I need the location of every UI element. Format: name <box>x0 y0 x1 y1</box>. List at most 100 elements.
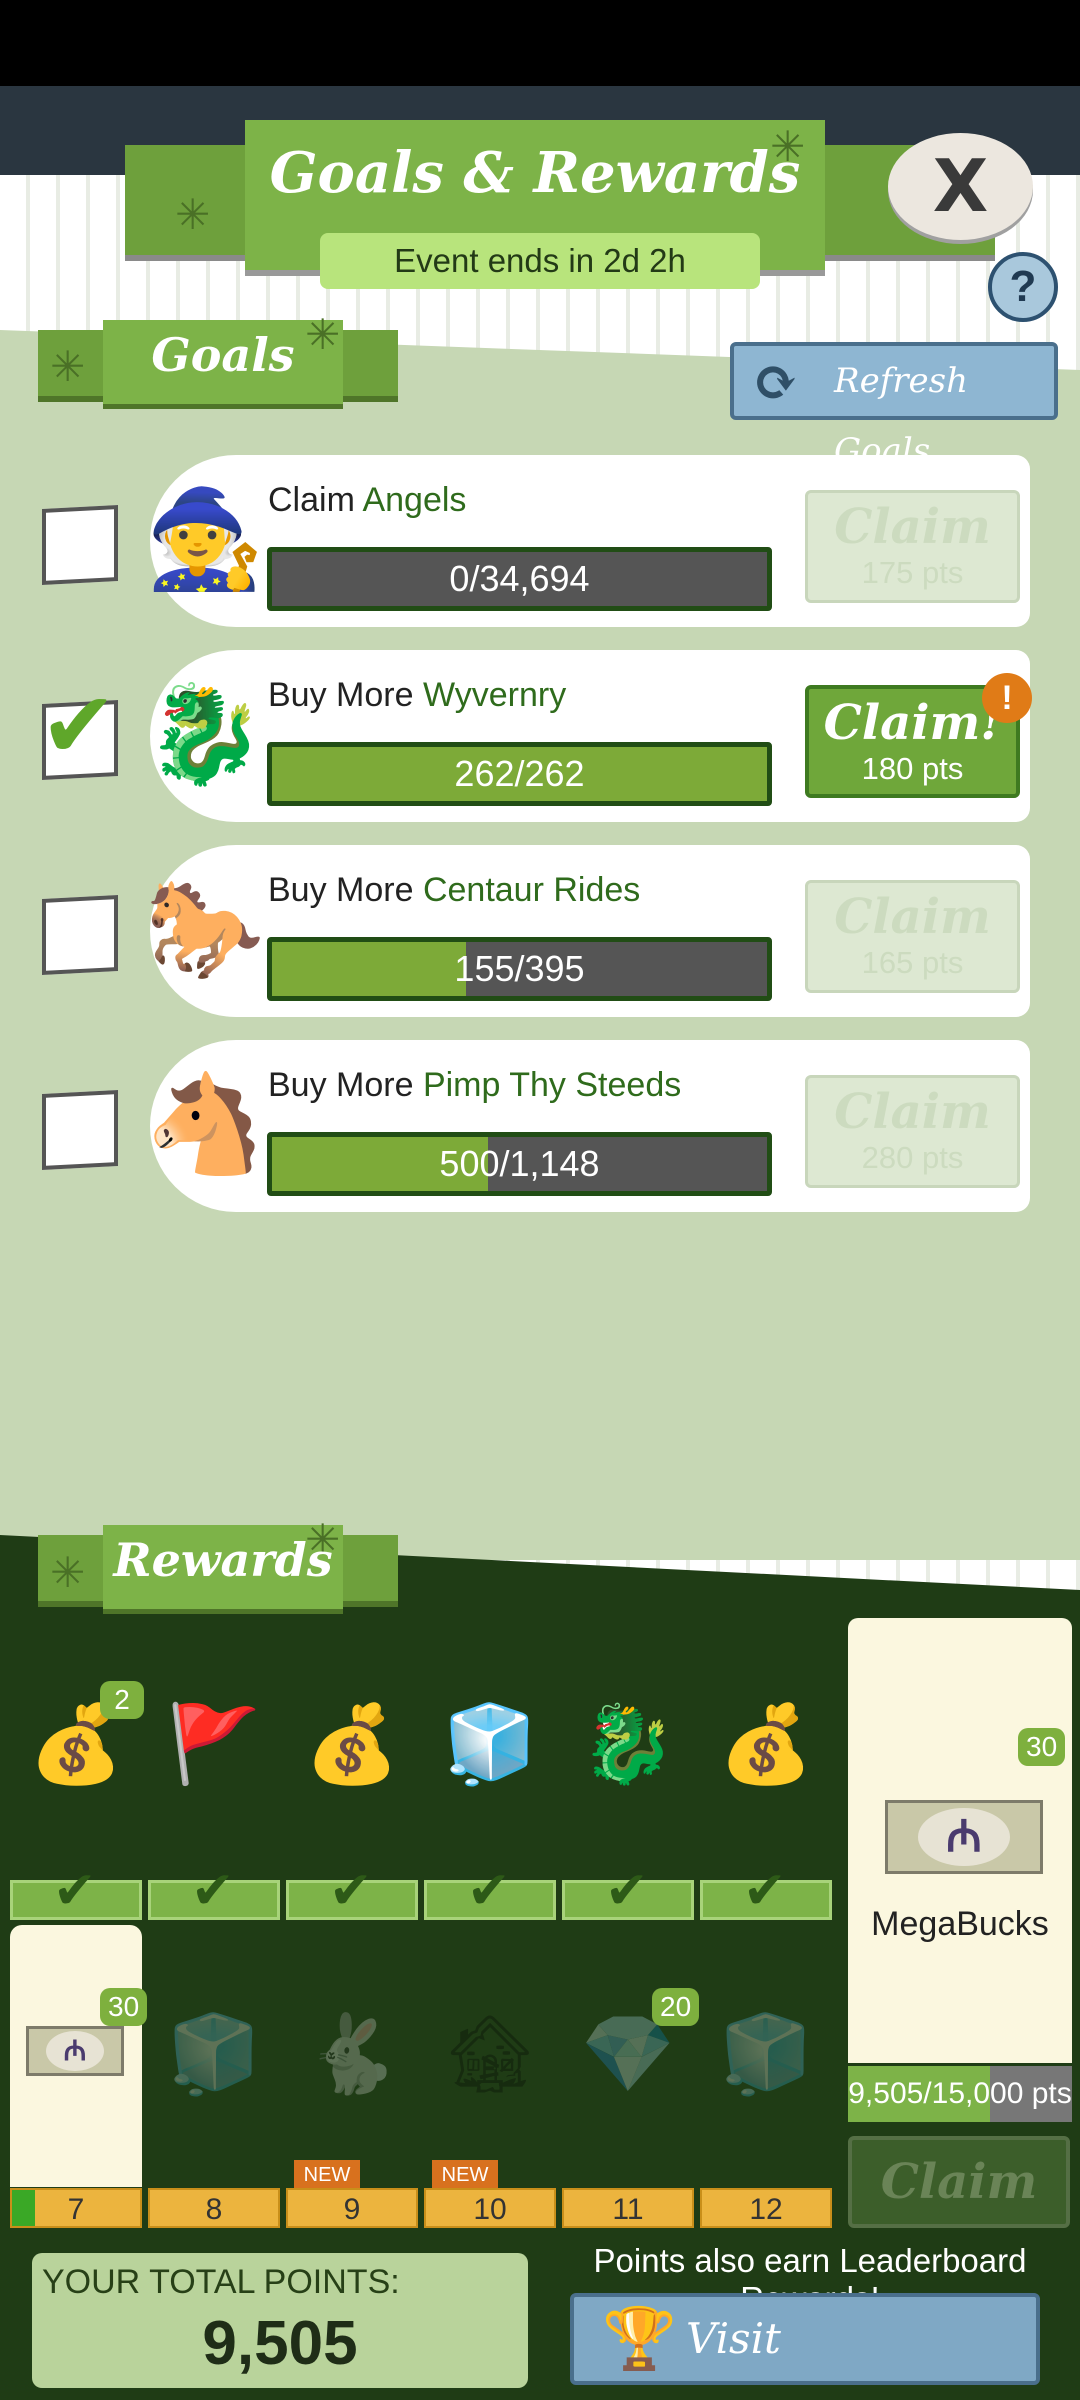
sparkle-icon: ✳ <box>175 190 211 239</box>
level-progress-fill <box>12 2190 36 2226</box>
money-bag-purple-icon: 💰 <box>304 1702 400 1787</box>
goal-verb: Claim <box>268 481 363 519</box>
goal-verb: Buy More <box>268 1066 423 1104</box>
goal-claim-label: Claim <box>834 1084 991 1140</box>
reward-count-badge: 20 <box>652 1988 700 2026</box>
sparkle-icon: ✳ <box>50 342 86 391</box>
goal-progress-text: 500/1,148 <box>439 1143 600 1184</box>
goal-progress-bar: 0/34,694 <box>267 547 772 611</box>
reward-level-number: 8 <box>205 2193 223 2226</box>
reward-level-tile: 8 <box>148 2188 280 2228</box>
reward-claimed-tile: ✔ <box>562 1861 694 1921</box>
megabucks-coin: ₼ <box>918 1808 1010 1866</box>
grand-prize-label: MegaBucks <box>871 1905 1049 1943</box>
reward-claimed-tile: ✔ <box>10 1861 142 1921</box>
reward-level-tile: 9 <box>286 2188 418 2228</box>
goal-target: Angels <box>362 481 467 519</box>
flag-icon: 🚩 <box>166 1702 262 1787</box>
goal-claim-points: 165 pts <box>861 945 964 980</box>
goal-progress-text: 262/262 <box>454 753 585 794</box>
checkmark-icon: ✔ <box>605 1861 649 1921</box>
megabucks-icon: ₼ <box>885 1800 1043 1874</box>
goal-checkbox <box>42 895 118 975</box>
goal-progress-bar: 155/395 <box>267 937 772 1001</box>
goal-progress-text: 0/34,694 <box>449 558 590 599</box>
close-button[interactable]: X <box>888 133 1033 240</box>
page-title: Goals & Rewards <box>269 140 801 206</box>
building-icon: 🏚 <box>441 2012 539 2097</box>
reward-level-number: 7 <box>67 2193 85 2226</box>
megabucks-coin: ₼ <box>46 2031 104 2071</box>
megabucks-icon: ₼ <box>26 2026 124 2076</box>
rewards-title: Rewards <box>113 1533 333 1587</box>
wizard-icon: 🧙 <box>145 486 265 593</box>
reward-level-tile: 12 <box>700 2188 832 2228</box>
help-button[interactable]: ? <box>988 252 1058 322</box>
reward-level-tile: 7 <box>10 2188 142 2228</box>
goal-target: Wyvernry <box>422 676 567 714</box>
visit-leaderboards-button[interactable]: 🏆 Visit Leaderboards <box>570 2293 1040 2400</box>
goal-title: Buy More Pimp Thy Steeds <box>268 1066 681 1105</box>
goal-claim-points: 180 pts <box>861 751 964 786</box>
checkmark-icon: ✔ <box>743 1861 787 1921</box>
event-timer: Event ends in 2d 2h <box>320 233 760 289</box>
reward-level-number: 11 <box>612 2193 644 2226</box>
goal-title: Buy More Wyvernry <box>268 676 566 715</box>
checkmark-icon: ✔ <box>40 672 118 779</box>
goal-verb: Buy More <box>268 871 423 909</box>
goal-claim-button[interactable]: Claim 175 pts <box>805 490 1020 603</box>
visit-leaderboards-label: Visit Leaderboards <box>686 2314 981 2400</box>
reward-claimed-tile: ✔ <box>148 1861 280 1921</box>
reward-level-number: 10 <box>473 2193 507 2226</box>
reward-level-tile: 10 <box>424 2188 556 2228</box>
goals-title: Goals <box>151 328 295 382</box>
new-tag: NEW <box>294 2160 360 2190</box>
goal-title: Claim Angels <box>268 481 466 520</box>
wyvern-icon: 🐉 <box>580 1702 676 1787</box>
reward-count-badge: 30 <box>100 1988 148 2026</box>
goal-claim-label: Claim <box>834 889 991 945</box>
goal-target: Centaur Rides <box>422 871 641 909</box>
sparkle-icon: ✳ <box>50 1548 86 1597</box>
total-points-value: 9,505 <box>202 2309 358 2378</box>
goal-checkbox <box>42 1090 118 1170</box>
reward-level-number: 12 <box>749 2193 783 2226</box>
goal-progress-bar: 500/1,148 <box>267 1132 772 1196</box>
reward-level-number: 9 <box>343 2193 361 2226</box>
goal-checkbox <box>42 505 118 585</box>
goal-progress-bar: 262/262 <box>267 742 772 806</box>
refresh-goals-button[interactable]: ⟳ Refresh Goals <box>730 342 1058 471</box>
goal-progress-text: 155/395 <box>454 948 585 989</box>
total-points-label: YOUR TOTAL POINTS: <box>42 2263 400 2301</box>
reward-level-tile: 11 <box>562 2188 694 2228</box>
new-tag: NEW <box>432 2160 498 2190</box>
grand-prize-progress-bar: 9,505/15,000 pts <box>848 2066 1072 2122</box>
grand-prize-claim-button[interactable]: Claim <box>848 2136 1070 2228</box>
goal-claim-button[interactable]: Claim 165 pts <box>805 880 1020 993</box>
crate-icon: 🧊 <box>442 1702 538 1787</box>
reward-count-badge: 2 <box>100 1681 144 1719</box>
reward-claimed-tile: ✔ <box>700 1861 832 1921</box>
checkmark-icon: ✔ <box>191 1861 235 1921</box>
grand-prize-count-badge: 30 <box>1018 1728 1066 1766</box>
checkmark-icon: ✔ <box>329 1861 373 1921</box>
goal-claim-label: Claim <box>834 499 991 555</box>
total-points-box: YOUR TOTAL POINTS: 9,505 <box>32 2253 528 2388</box>
goal-claim-button[interactable]: Claim 280 pts <box>805 1075 1020 1188</box>
reward-claimed-tile: ✔ <box>286 1861 418 1921</box>
goal-claim-points: 175 pts <box>861 555 964 590</box>
checkmark-icon: ✔ <box>53 1861 97 1921</box>
trophy-icon: 🏆 <box>602 2304 677 2374</box>
goal-target: Pimp Thy Steeds <box>422 1066 682 1104</box>
crate-icon: 🧊 <box>718 2012 814 2097</box>
goal-verb: Buy More <box>268 676 423 714</box>
refresh-icon: ⟳ <box>752 349 799 415</box>
crate-icon: 🧊 <box>166 2012 262 2097</box>
reward-claimed-tile: ✔ <box>424 1861 556 1921</box>
goal-title: Buy More Centaur Rides <box>268 871 640 910</box>
grand-prize-progress-text: 9,505/15,000 pts <box>848 2077 1072 2110</box>
status-bar <box>0 0 1080 86</box>
wyvern-icon: 🐉 <box>145 681 265 788</box>
alert-icon: ! <box>982 673 1032 723</box>
goal-claim-points: 280 pts <box>861 1140 964 1175</box>
